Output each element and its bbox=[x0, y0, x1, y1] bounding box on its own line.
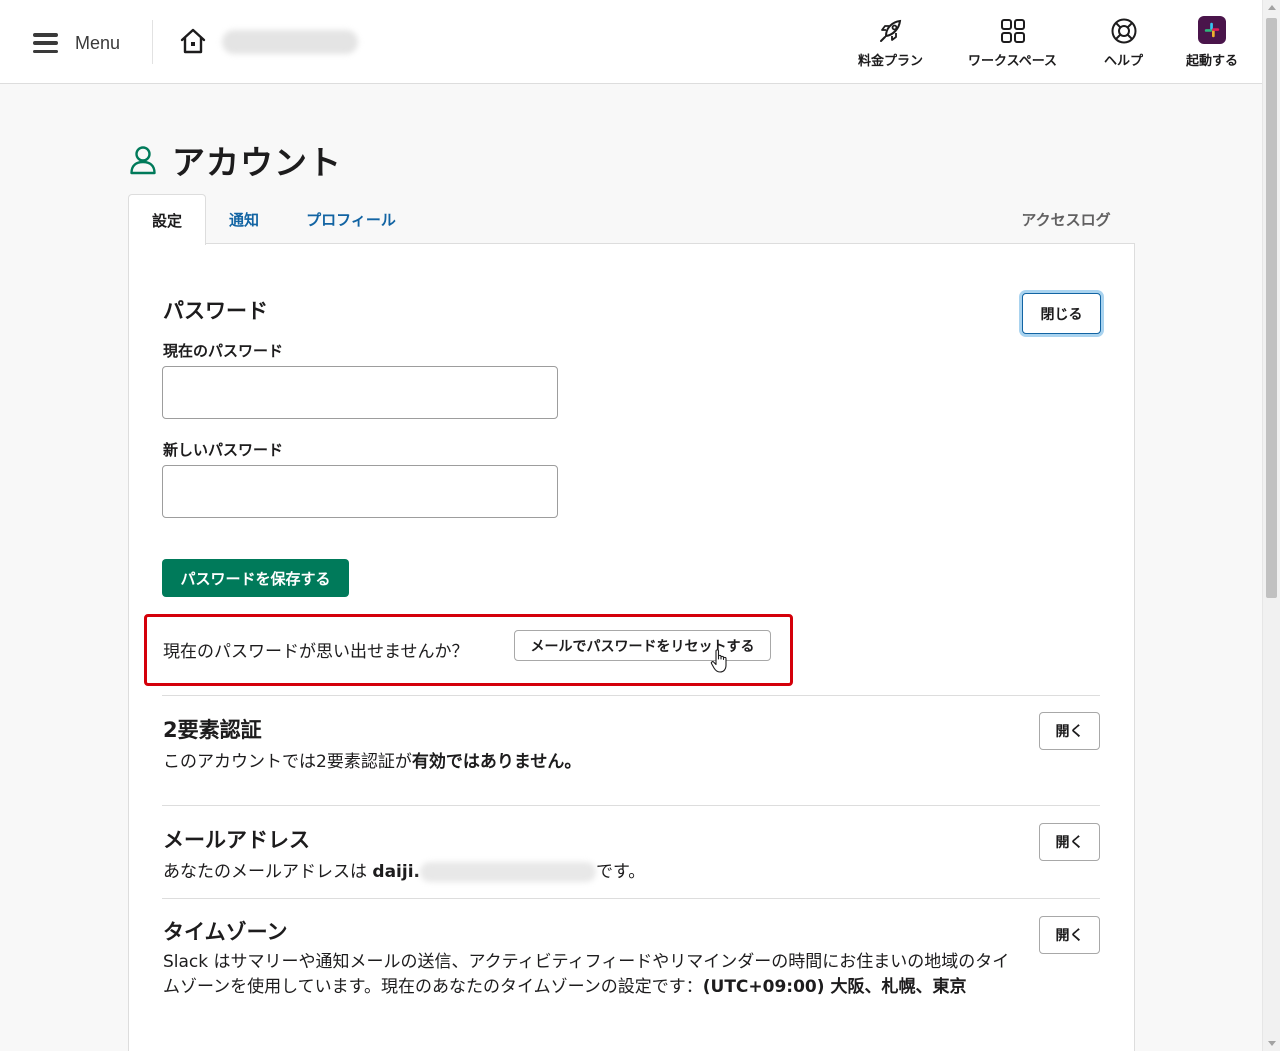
nav-help[interactable]: ヘルプ bbox=[1104, 16, 1143, 69]
menu-button[interactable]: Menu bbox=[33, 28, 120, 58]
section-divider bbox=[162, 695, 1100, 696]
email-desc-text: あなたのメールアドレスは bbox=[163, 862, 373, 882]
grid-icon bbox=[1000, 19, 1025, 43]
new-password-label: 新しいパスワード bbox=[163, 441, 284, 459]
email-description: あなたのメールアドレスは daiji. です。 bbox=[163, 857, 645, 882]
scroll-up-arrow[interactable] bbox=[1268, 5, 1276, 10]
two-factor-description: このアカウントでは2要素認証が有効ではありません。 bbox=[163, 747, 581, 772]
menu-label: Menu bbox=[75, 32, 121, 53]
current-password-field[interactable] bbox=[162, 366, 558, 419]
workspace-name-blurred bbox=[222, 30, 358, 54]
vertical-scrollbar[interactable] bbox=[1262, 0, 1280, 1051]
top-bar: Menu 料金プラン ワークスペース ヘルプ 起動する bbox=[0, 0, 1262, 84]
nav-workspace-label: ワークスペース bbox=[968, 54, 1058, 69]
nav-pricing-label: 料金プラン bbox=[858, 54, 924, 69]
open-two-factor-button[interactable]: 開く bbox=[1039, 712, 1100, 750]
tab-notifications[interactable]: 通知 bbox=[214, 194, 274, 244]
divider bbox=[152, 20, 153, 64]
timezone-description: Slack はサマリーや通知メールの送信、アクティビティフィードやリマインダーの… bbox=[163, 950, 1013, 1000]
email-desc-suffix: です。 bbox=[596, 862, 646, 882]
reset-password-email-button[interactable]: メールでパスワードをリセットする bbox=[514, 630, 771, 661]
forgot-password-text: 現在のパスワードが思い出せませんか？ bbox=[163, 642, 469, 662]
open-timezone-button[interactable]: 開く bbox=[1039, 916, 1100, 954]
two-factor-desc-text: このアカウントでは2要素認証が bbox=[163, 752, 412, 772]
nav-launch-label: 起動する bbox=[1186, 54, 1239, 69]
access-log-link[interactable]: アクセスログ bbox=[1016, 194, 1116, 244]
page-title: アカウント bbox=[128, 136, 342, 184]
timezone-value: (UTC+09:00) 大阪、札幌、東京 bbox=[702, 977, 967, 997]
hand-cursor-icon bbox=[710, 649, 727, 673]
hamburger-icon bbox=[33, 33, 58, 53]
rocket-icon bbox=[879, 19, 901, 42]
email-address: daiji. bbox=[372, 862, 420, 882]
scrollbar-thumb[interactable] bbox=[1266, 18, 1277, 598]
password-section-title: パスワード bbox=[163, 299, 268, 323]
tab-profile[interactable]: プロフィール bbox=[296, 194, 406, 244]
two-factor-status: 有効ではありません。 bbox=[411, 752, 582, 772]
new-password-field[interactable] bbox=[162, 465, 558, 518]
page-title-text: アカウント bbox=[172, 143, 342, 182]
email-blurred bbox=[420, 862, 596, 882]
current-password-label: 現在のパスワード bbox=[163, 342, 284, 360]
close-password-button[interactable]: 閉じる bbox=[1022, 293, 1101, 334]
nav-launch[interactable]: 起動する bbox=[1186, 16, 1238, 69]
nav-help-label: ヘルプ bbox=[1104, 54, 1144, 69]
timezone-title: タイムゾーン bbox=[163, 920, 288, 944]
scroll-down-arrow[interactable] bbox=[1268, 1041, 1276, 1046]
slack-logo-icon bbox=[1198, 16, 1226, 44]
user-icon bbox=[130, 146, 156, 175]
section-divider bbox=[162, 805, 1100, 806]
email-title: メールアドレス bbox=[163, 828, 310, 852]
two-factor-title: 2要素認証 bbox=[163, 718, 262, 742]
lifebuoy-icon bbox=[1111, 18, 1136, 44]
nav-workspace[interactable]: ワークスペース bbox=[968, 16, 1057, 69]
open-email-button[interactable]: 開く bbox=[1039, 823, 1100, 861]
tab-settings[interactable]: 設定 bbox=[128, 194, 206, 245]
nav-pricing[interactable]: 料金プラン bbox=[858, 16, 923, 69]
section-divider bbox=[162, 898, 1100, 899]
home-icon[interactable] bbox=[177, 25, 209, 57]
save-password-button[interactable]: パスワードを保存する bbox=[162, 559, 349, 597]
